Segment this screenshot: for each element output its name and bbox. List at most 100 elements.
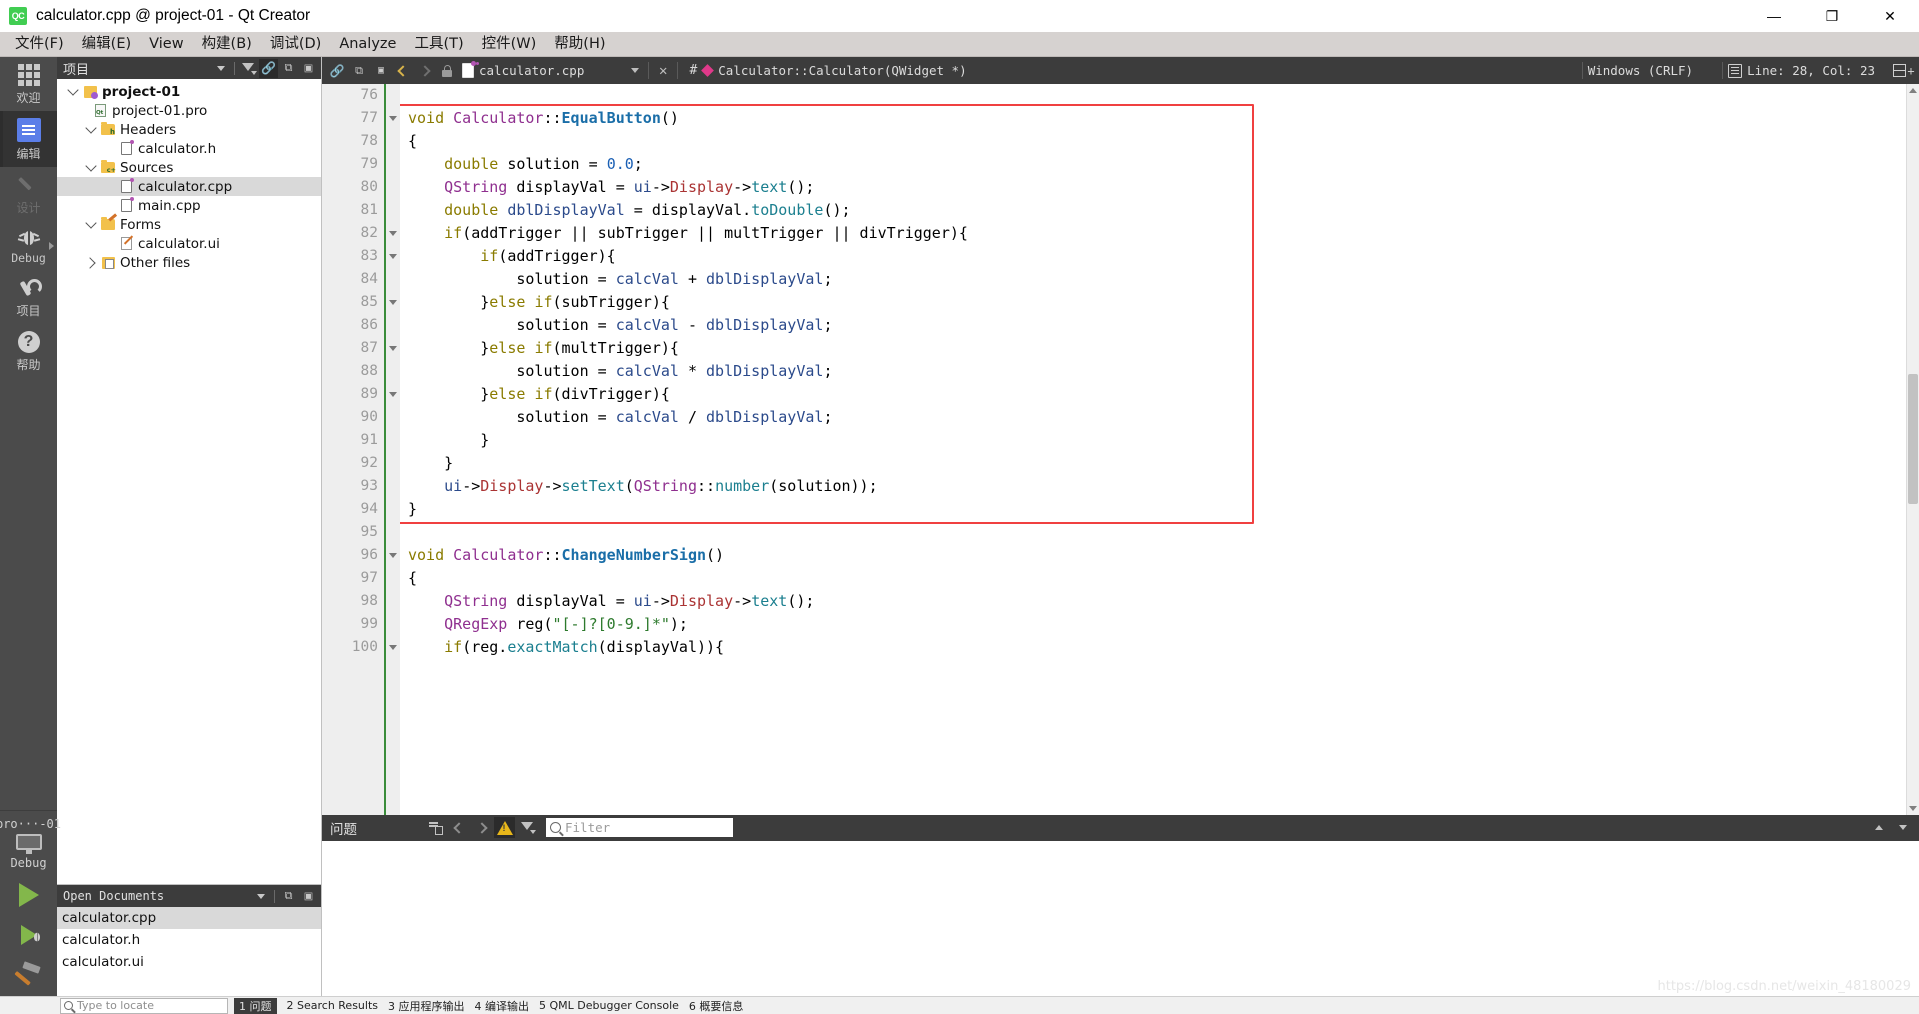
menu-edit[interactable]: 编辑(E) [73, 33, 140, 56]
scroll-up-arrow-icon[interactable] [1907, 84, 1919, 97]
fold-marker-icon[interactable] [386, 107, 400, 130]
fold-marker-icon[interactable] [386, 636, 400, 659]
tree-item-project-01[interactable]: project-01 [57, 82, 321, 101]
start-debugging-button[interactable] [0, 916, 57, 954]
menu-debug[interactable]: 调试(D) [261, 33, 330, 56]
menu-view[interactable]: View [140, 33, 192, 56]
issues-filter-input[interactable]: Filter [546, 818, 733, 837]
navigate-forward-button[interactable] [414, 60, 436, 82]
code-line[interactable] [400, 521, 1906, 544]
project-tree[interactable]: project-01 project-01.pro Headers calcul… [57, 79, 321, 884]
status-item-application-output[interactable]: 3 应用程序输出 [388, 998, 465, 1014]
code-editor[interactable]: 76 77 78 79 80 81 82 83 84 85 86 87 88 89 90 91 92 93 94 95… [322, 84, 1919, 815]
locator-input[interactable]: Type to locate [60, 997, 228, 1014]
chevron-left-icon[interactable] [448, 817, 469, 838]
clear-icon[interactable] [425, 817, 446, 838]
expander-toggle[interactable] [83, 217, 99, 229]
menu-tools[interactable]: 工具(T) [405, 33, 472, 56]
run-button[interactable] [0, 874, 57, 916]
mode-edit[interactable]: 编辑 [0, 111, 57, 167]
mode-debug[interactable]: Debug [0, 221, 57, 270]
open-document-item[interactable]: calculator.h [57, 929, 321, 951]
expander-toggle[interactable] [83, 160, 99, 172]
tree-item-calculator-h[interactable]: calculator.h [57, 139, 321, 158]
split-icon[interactable]: ⧉ [279, 59, 298, 78]
code-line[interactable]: } [400, 498, 1906, 521]
chevron-down-icon[interactable] [251, 887, 270, 906]
chevron-up-icon[interactable] [1868, 817, 1889, 838]
code-line[interactable]: QRegExp reg("[-]?[0-9.]*"); [400, 613, 1906, 636]
mode-help[interactable]: ? 帮助 [0, 324, 57, 378]
menu-file[interactable]: 文件(F) [6, 33, 73, 56]
split-icon[interactable]: ⧉ [279, 887, 298, 906]
warning-icon[interactable] [494, 817, 515, 838]
open-documents-list[interactable]: calculator.cpp calculator.h calculator.u… [57, 907, 321, 996]
code-line[interactable]: if(addTrigger){ [400, 245, 1906, 268]
code-line[interactable]: }else if(multTrigger){ [400, 337, 1906, 360]
fold-marker-column[interactable] [384, 84, 400, 815]
code-line[interactable]: if(reg.exactMatch(displayVal)){ [400, 636, 1906, 659]
fold-marker-icon[interactable] [386, 383, 400, 406]
menu-help[interactable]: 帮助(H) [545, 33, 614, 56]
status-item-qml-debugger[interactable]: 5 QML Debugger Console [539, 999, 679, 1012]
fold-marker-icon[interactable] [386, 245, 400, 268]
filter-icon[interactable] [517, 817, 538, 838]
status-issues-chip[interactable]: 1 问题 [234, 997, 277, 1014]
menu-build[interactable]: 构建(B) [193, 33, 261, 56]
current-file-combo[interactable]: calculator.cpp [458, 61, 643, 78]
chevron-down-icon[interactable] [1892, 817, 1913, 838]
fold-marker-icon[interactable] [386, 337, 400, 360]
minimize-icon[interactable]: ▣ [370, 60, 392, 82]
link-icon[interactable]: 🔗 [326, 60, 348, 82]
menu-window[interactable]: 控件(W) [473, 33, 546, 56]
minimize-icon[interactable]: ▣ [299, 887, 318, 906]
tree-item-main-cpp[interactable]: main.cpp [57, 196, 321, 215]
mode-welcome[interactable]: 欢迎 [0, 57, 57, 111]
status-item-compile-output[interactable]: 4 编译输出 [475, 998, 530, 1014]
expander-toggle[interactable] [83, 256, 99, 269]
chevron-down-icon[interactable] [631, 68, 639, 73]
mode-design[interactable]: 设计 [0, 167, 57, 221]
split-editor-button[interactable]: + [1893, 60, 1915, 82]
code-line[interactable]: QString displayVal = ui->Display->text()… [400, 590, 1906, 613]
close-button[interactable]: ✕ [1861, 0, 1919, 32]
code-line[interactable]: }else if(subTrigger){ [400, 291, 1906, 314]
chevron-right-icon[interactable] [471, 817, 492, 838]
open-document-item[interactable]: calculator.cpp [57, 907, 321, 929]
unlock-icon[interactable] [436, 60, 458, 82]
tree-item-sources[interactable]: Sources [57, 158, 321, 177]
expander-toggle[interactable] [65, 84, 81, 96]
tree-item-forms[interactable]: Forms [57, 215, 321, 234]
maximize-button[interactable]: ❐ [1803, 0, 1861, 32]
code-line[interactable]: solution = calcVal + dblDisplayVal; [400, 268, 1906, 291]
filter-icon[interactable] [239, 59, 258, 78]
code-line[interactable]: { [400, 130, 1906, 153]
fold-marker-icon[interactable] [386, 222, 400, 245]
fold-marker-icon[interactable] [386, 544, 400, 567]
code-line[interactable]: solution = calcVal * dblDisplayVal; [400, 360, 1906, 383]
tree-item-calculator-cpp[interactable]: calculator.cpp [57, 177, 321, 196]
navigate-back-button[interactable] [392, 60, 414, 82]
code-line[interactable]: if(addTrigger || subTrigger || multTrigg… [400, 222, 1906, 245]
minimize-icon[interactable]: ▣ [299, 59, 318, 78]
code-line[interactable]: solution = calcVal / dblDisplayVal; [400, 406, 1906, 429]
chevron-down-icon[interactable] [211, 59, 230, 78]
scrollbar-thumb[interactable] [1908, 374, 1918, 504]
code-line[interactable]: ui->Display->setText(QString::number(sol… [400, 475, 1906, 498]
tree-item-other-files[interactable]: Other files [57, 253, 321, 272]
tree-item-calculator-ui[interactable]: calculator.ui [57, 234, 321, 253]
mode-projects[interactable]: 项目 [0, 270, 57, 324]
open-document-item[interactable]: calculator.ui [57, 951, 321, 973]
code-line[interactable]: void Calculator::ChangeNumberSign() [400, 544, 1906, 567]
split-icon[interactable]: ⧉ [348, 60, 370, 82]
kit-selector[interactable]: pro···-01 Debug [0, 810, 61, 874]
code-line[interactable]: double dblDisplayVal = displayVal.toDoub… [400, 199, 1906, 222]
minimize-button[interactable]: — [1745, 0, 1803, 32]
code-line[interactable]: QString displayVal = ui->Display->text()… [400, 176, 1906, 199]
menu-analyze[interactable]: Analyze [330, 33, 405, 56]
symbol-combo[interactable]: Calculator::Calculator(QWidget *) [701, 63, 967, 78]
code-line[interactable]: } [400, 429, 1906, 452]
link-icon[interactable]: 🔗 [259, 58, 278, 78]
status-item-search-results[interactable]: 2 Search Results [287, 999, 379, 1012]
tree-item-project-pro[interactable]: project-01.pro [57, 101, 321, 120]
